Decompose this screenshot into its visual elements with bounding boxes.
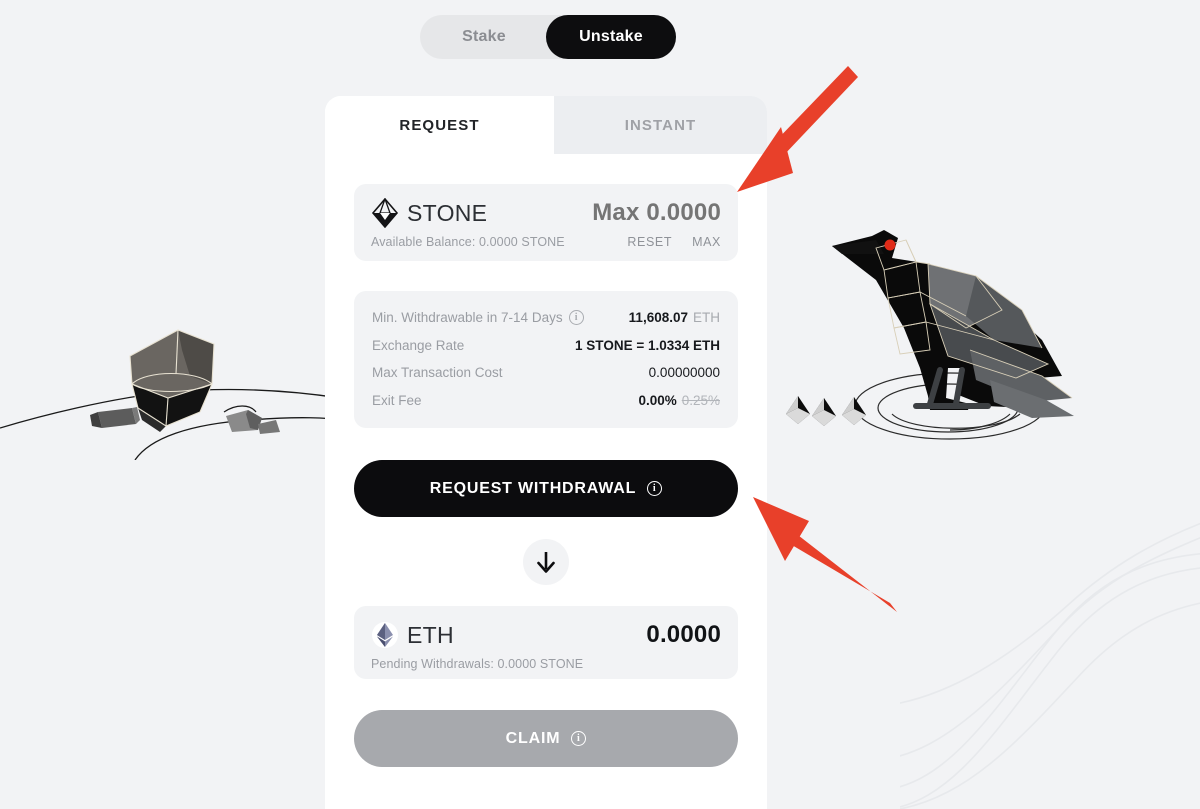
max-button[interactable]: MAX — [692, 235, 721, 249]
stake-tab-button[interactable]: Stake — [420, 15, 548, 59]
eth-output-panel: ETH Pending Withdrawals: 0.0000 STONE — [354, 606, 738, 679]
info-circle-icon[interactable]: i — [568, 310, 584, 326]
unstake-tab-button[interactable]: Unstake — [546, 15, 676, 59]
eth-output-row: ETH — [371, 620, 721, 650]
crow-bird-illustration — [786, 230, 1074, 440]
info-row-max-transaction-cost: Max Transaction Cost 0.00000000 — [372, 359, 720, 387]
stone-meta-row: Available Balance: 0.0000 STONE RESET MA… — [371, 235, 721, 249]
stone-quick-actions: RESET MAX — [627, 235, 721, 249]
request-withdrawal-button[interactable]: REQUEST WITHDRAWAL i — [354, 460, 738, 517]
stone-input-row: STONE — [371, 198, 721, 228]
info-value: 11,608.07 ETH — [629, 310, 720, 325]
info-value: 0.00% 0.25% — [638, 393, 720, 408]
exit-fee-original-value: 0.25% — [681, 392, 720, 408]
eth-token-label: ETH — [371, 620, 454, 650]
eth-token-icon — [372, 622, 398, 648]
max-transaction-cost-label: Max Transaction Cost — [372, 365, 503, 381]
info-circle-icon[interactable]: i — [571, 731, 587, 746]
info-label: Min. Withdrawable in 7-14 Days i — [372, 310, 584, 326]
info-value: 0.00000000 — [649, 365, 720, 380]
exchange-rate-value: 1 STONE = 1.0334 ETH — [575, 337, 720, 353]
wave-lines-decoration — [900, 522, 1200, 809]
max-transaction-cost-value: 0.00000000 — [648, 365, 720, 381]
info-circle-icon[interactable]: i — [647, 481, 663, 496]
stake-unstake-toggle[interactable]: Stake Unstake — [420, 15, 676, 59]
app-root: Stake Unstake REQUEST INSTANT STONE Max … — [0, 0, 1200, 809]
info-row-exit-fee: Exit Fee 0.00% 0.25% — [372, 387, 720, 415]
stone-amount-input[interactable] — [501, 199, 721, 227]
min-withdrawable-label: Min. Withdrawable in 7-14 Days — [372, 310, 563, 326]
info-value: 1 STONE = 1.0334 ETH — [575, 338, 720, 353]
withdrawal-mode-tabs: REQUEST INSTANT — [325, 96, 767, 154]
reset-button[interactable]: RESET — [627, 235, 672, 249]
eth-amount-output — [501, 621, 721, 649]
card-body: STONE Available Balance: 0.0000 STONE RE… — [325, 184, 767, 767]
claim-label: CLAIM — [505, 729, 561, 747]
claim-button[interactable]: CLAIM i — [354, 710, 738, 767]
request-withdrawal-label: REQUEST WITHDRAWAL — [429, 479, 637, 497]
min-withdrawable-unit: ETH — [693, 310, 720, 326]
tab-instant[interactable]: INSTANT — [554, 96, 767, 154]
unstake-card: REQUEST INSTANT STONE Max 0.0000 Availab… — [325, 96, 767, 809]
exit-fee-value: 0.00% — [638, 392, 677, 408]
stone-rock-illustration — [0, 329, 340, 460]
arrow-down-icon — [537, 552, 555, 573]
pending-withdrawals-label: Pending Withdrawals: 0.0000 STONE — [371, 657, 584, 671]
available-balance-label: Available Balance: 0.0000 STONE — [371, 235, 565, 249]
swap-direction-button[interactable] — [523, 539, 569, 585]
eth-meta-row: Pending Withdrawals: 0.0000 STONE — [371, 657, 721, 671]
exit-fee-label: Exit Fee — [372, 392, 422, 408]
min-withdrawable-value: 11,608.07 — [628, 310, 688, 326]
stone-token-label: STONE — [371, 198, 487, 228]
exchange-rate-label: Exchange Rate — [372, 337, 465, 353]
info-row-exchange-rate: Exchange Rate 1 STONE = 1.0334 ETH — [372, 332, 720, 360]
arrow-pointing-to-request-withdrawal — [753, 497, 897, 612]
tab-request[interactable]: REQUEST — [325, 96, 554, 154]
stone-symbol: STONE — [407, 199, 488, 226]
stone-token-icon — [371, 198, 399, 228]
info-row-min-withdrawable: Min. Withdrawable in 7-14 Days i 11,608.… — [372, 304, 720, 332]
stone-input-panel: STONE Available Balance: 0.0000 STONE RE… — [354, 184, 738, 261]
eth-symbol: ETH — [407, 621, 454, 648]
transaction-details-panel: Min. Withdrawable in 7-14 Days i 11,608.… — [354, 291, 738, 428]
